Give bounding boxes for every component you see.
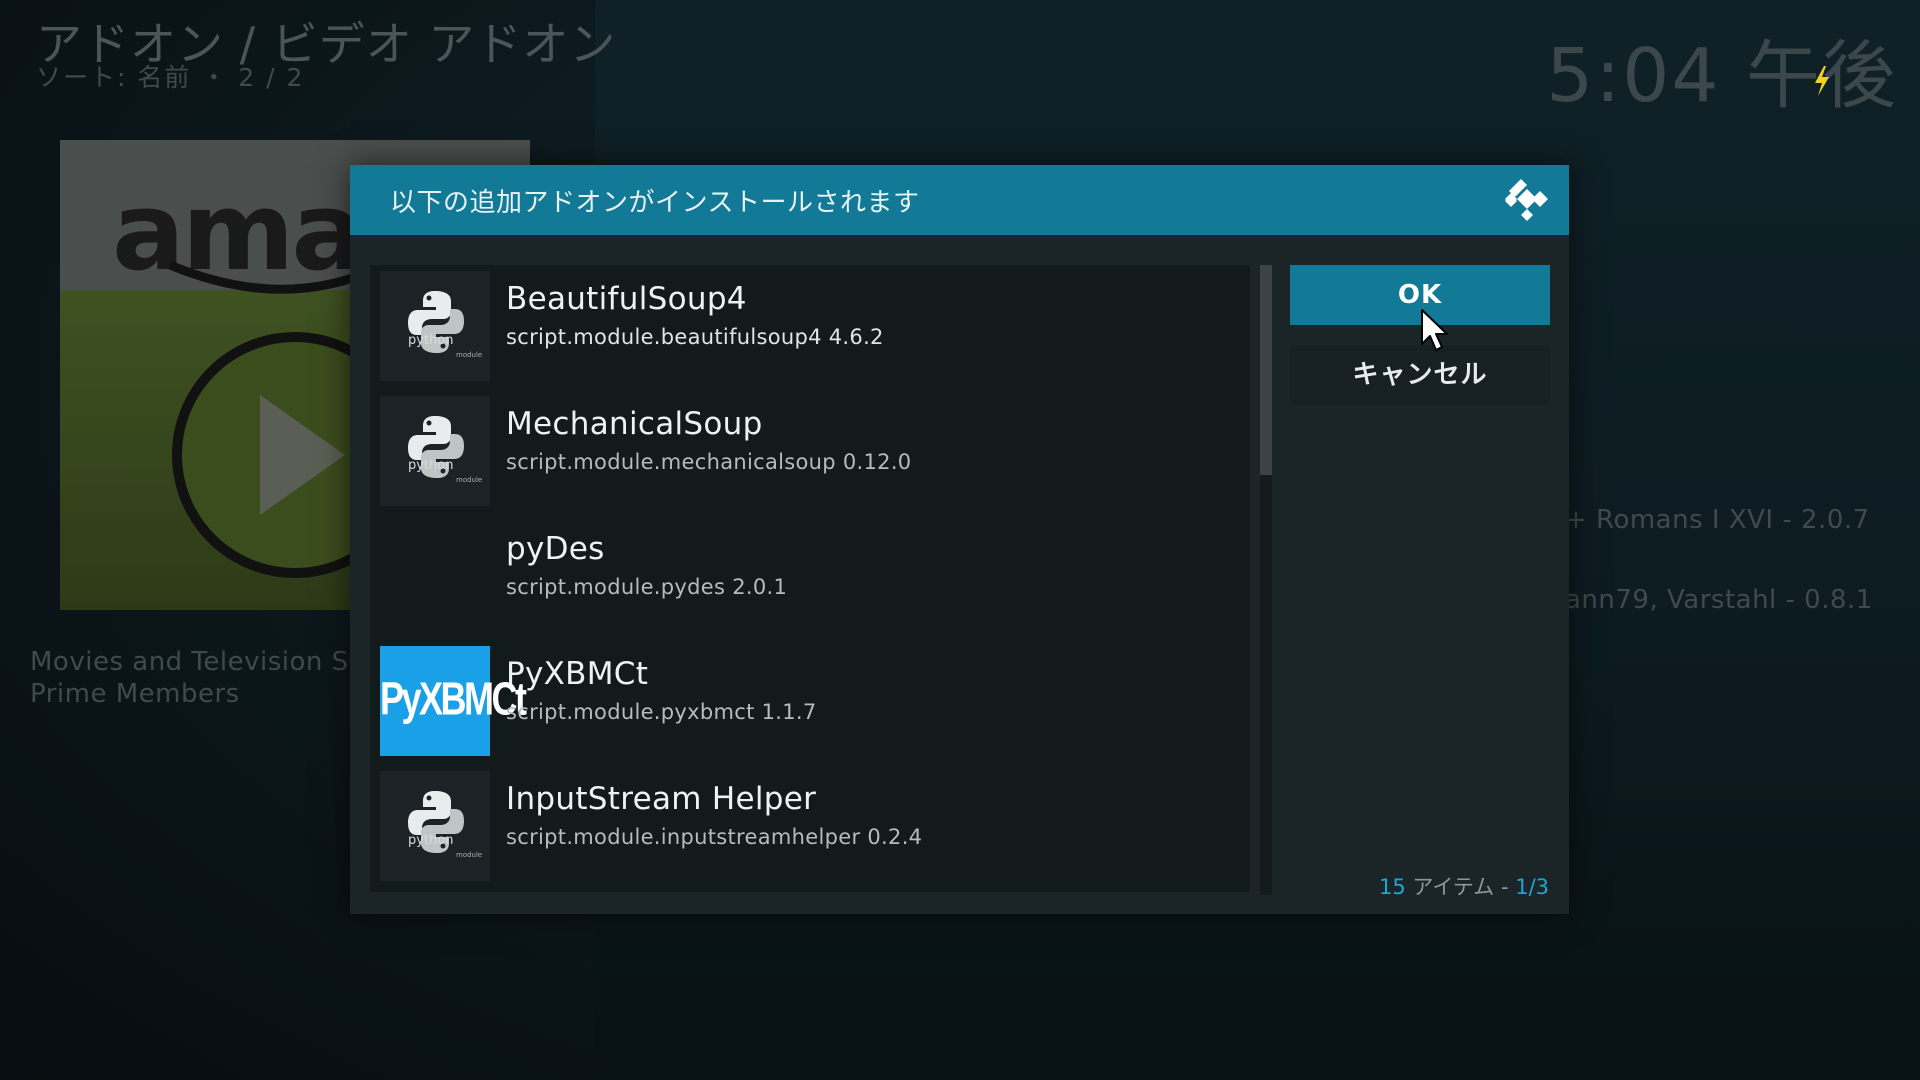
list-item[interactable]: python module InputStream Helper script.… (380, 771, 1240, 883)
dialog-header: 以下の追加アドオンがインストールされます (350, 165, 1569, 235)
addon-id: script.module.pydes 2.0.1 (506, 575, 788, 599)
mouse-cursor-icon (1421, 309, 1448, 351)
sort-info: ソート: 名前 ・ 2 / 2 (36, 63, 305, 92)
addon-description: Movies and Television S Prime Members (30, 647, 349, 709)
list-scrollbar[interactable] (1260, 265, 1272, 895)
kodi-logo-icon (1505, 179, 1548, 221)
addon-id: script.module.pyxbmct 1.1.7 (506, 700, 817, 724)
addon-name: MechanicalSoup (506, 406, 763, 442)
dialog-title: 以下の追加アドオンがインストールされます (390, 188, 920, 218)
item-count: 15 アイテム - 1/3 (1378, 875, 1549, 899)
python-module-icon: python module (380, 271, 490, 381)
addon-name: InputStream Helper (506, 781, 817, 817)
python-module-icon: python module (380, 771, 490, 881)
background-list-item: ann79, Varstahl - 0.8.1 (1565, 585, 1873, 615)
install-dependencies-dialog: 以下の追加アドオンがインストールされます python module Beaut… (350, 165, 1569, 914)
scrollbar-thumb[interactable] (1260, 265, 1272, 475)
addon-name: BeautifulSoup4 (506, 281, 747, 317)
addon-name: pyDes (506, 531, 605, 567)
pyxbmct-logo-icon: PyXBMCt (380, 646, 527, 756)
list-item[interactable]: PyXBMCt PyXBMCt script.module.pyxbmct 1.… (380, 646, 1240, 758)
addon-list: python module BeautifulSoup4 script.modu… (370, 265, 1250, 892)
addon-id: script.module.beautifulsoup4 4.6.2 (506, 325, 884, 349)
addon-id: script.module.mechanicalsoup 0.12.0 (506, 450, 912, 474)
clock: 5:04 午後 (1546, 33, 1898, 119)
addon-name: PyXBMCt (506, 656, 649, 692)
addon-id: script.module.inputstreamhelper 0.2.4 (506, 825, 923, 849)
lightning-bolt-icon (1815, 66, 1829, 96)
cancel-button[interactable]: キャンセル (1290, 345, 1550, 405)
background-list-item: + Romans I XVI - 2.0.7 (1565, 505, 1870, 535)
python-module-icon: python module (380, 396, 490, 506)
list-item[interactable]: pyDes script.module.pydes 2.0.1 (380, 521, 1240, 633)
list-item[interactable]: python module BeautifulSoup4 script.modu… (380, 271, 1240, 383)
list-item[interactable]: python module MechanicalSoup script.modu… (380, 396, 1240, 508)
empty-thumbnail (380, 521, 490, 631)
